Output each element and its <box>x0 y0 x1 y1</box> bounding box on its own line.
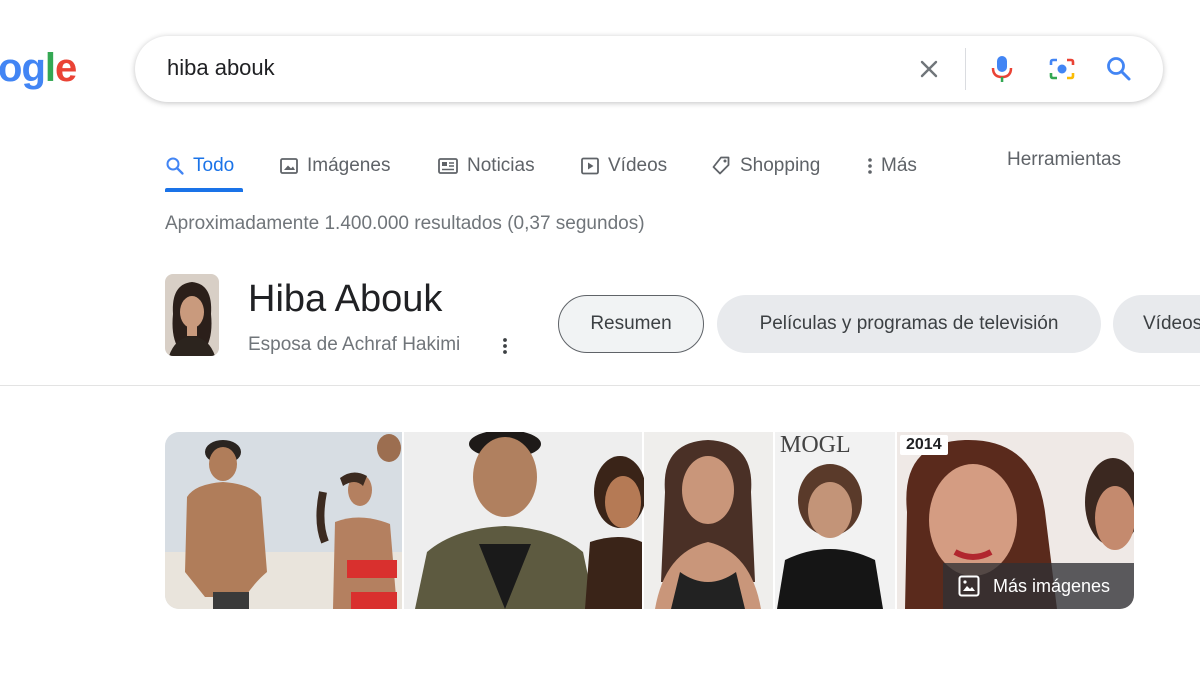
entity-thumbnail[interactable] <box>165 274 219 356</box>
svg-text:MOGL: MOGL <box>780 432 851 458</box>
gallery-image-2[interactable] <box>404 432 646 609</box>
search-input[interactable]: hiba abouk <box>167 55 275 81</box>
camera-icon <box>1049 58 1075 80</box>
tag-icon <box>712 156 730 175</box>
gallery-image-4[interactable]: MOGL <box>775 432 895 609</box>
tab-label: Todo <box>193 155 235 176</box>
entity-subtitle: Esposa de Achraf Hakimi <box>248 334 461 355</box>
lens-search-button[interactable] <box>1044 51 1080 87</box>
tab-label: Imágenes <box>307 155 391 176</box>
more-images-button[interactable]: Más imágenes <box>943 563 1134 609</box>
gallery-image-1[interactable] <box>165 432 402 609</box>
play-icon <box>581 157 599 175</box>
tab-shopping[interactable]: Shopping <box>710 146 820 186</box>
tab-label: Shopping <box>740 155 821 176</box>
search-submit-button[interactable] <box>1101 51 1137 87</box>
tools-button[interactable]: Herramientas <box>1007 146 1121 174</box>
chip-peliculas[interactable]: Películas y programas de televisión <box>717 295 1101 353</box>
year-badge: 2014 <box>900 435 948 455</box>
tab-mas[interactable]: Más <box>865 146 917 186</box>
news-icon <box>438 158 458 174</box>
chip-resumen[interactable]: Resumen <box>558 295 704 353</box>
tab-videos[interactable]: Vídeos <box>580 146 667 186</box>
clear-search-button[interactable] <box>911 51 947 87</box>
entity-more-options-button[interactable] <box>496 333 514 359</box>
logo-letter-e: e <box>55 46 77 90</box>
microphone-icon <box>991 56 1013 82</box>
search-divider <box>965 48 966 90</box>
tab-label: Noticias <box>467 155 535 176</box>
voice-search-button[interactable] <box>984 51 1020 87</box>
logo-letter-g: g <box>21 46 45 90</box>
search-icon <box>166 157 184 175</box>
image-icon <box>280 158 298 174</box>
search-box[interactable]: hiba abouk <box>135 36 1163 102</box>
image-icon <box>958 575 980 597</box>
search-icon <box>1107 57 1131 81</box>
more-vert-icon <box>868 158 872 174</box>
tab-noticias[interactable]: Noticias <box>437 146 535 186</box>
google-logo[interactable]: ogle <box>0 46 77 90</box>
tab-label: Más <box>881 155 917 176</box>
section-divider <box>0 385 1200 386</box>
close-icon <box>920 60 938 78</box>
tab-todo[interactable]: Todo <box>165 146 243 192</box>
logo-letter-l: l <box>44 46 56 90</box>
tab-label: Vídeos <box>608 155 668 176</box>
more-vert-icon <box>503 338 507 354</box>
result-stats: Aproximadamente 1.400.000 resultados (0,… <box>165 213 645 234</box>
logo-letter-o: o <box>0 46 22 90</box>
entity-title: Hiba Abouk <box>248 278 443 320</box>
tab-imagenes[interactable]: Imágenes <box>279 146 390 186</box>
more-images-label: Más imágenes <box>993 575 1111 596</box>
gallery-image-3[interactable] <box>644 432 773 609</box>
chip-videos[interactable]: Vídeos <box>1113 295 1200 353</box>
